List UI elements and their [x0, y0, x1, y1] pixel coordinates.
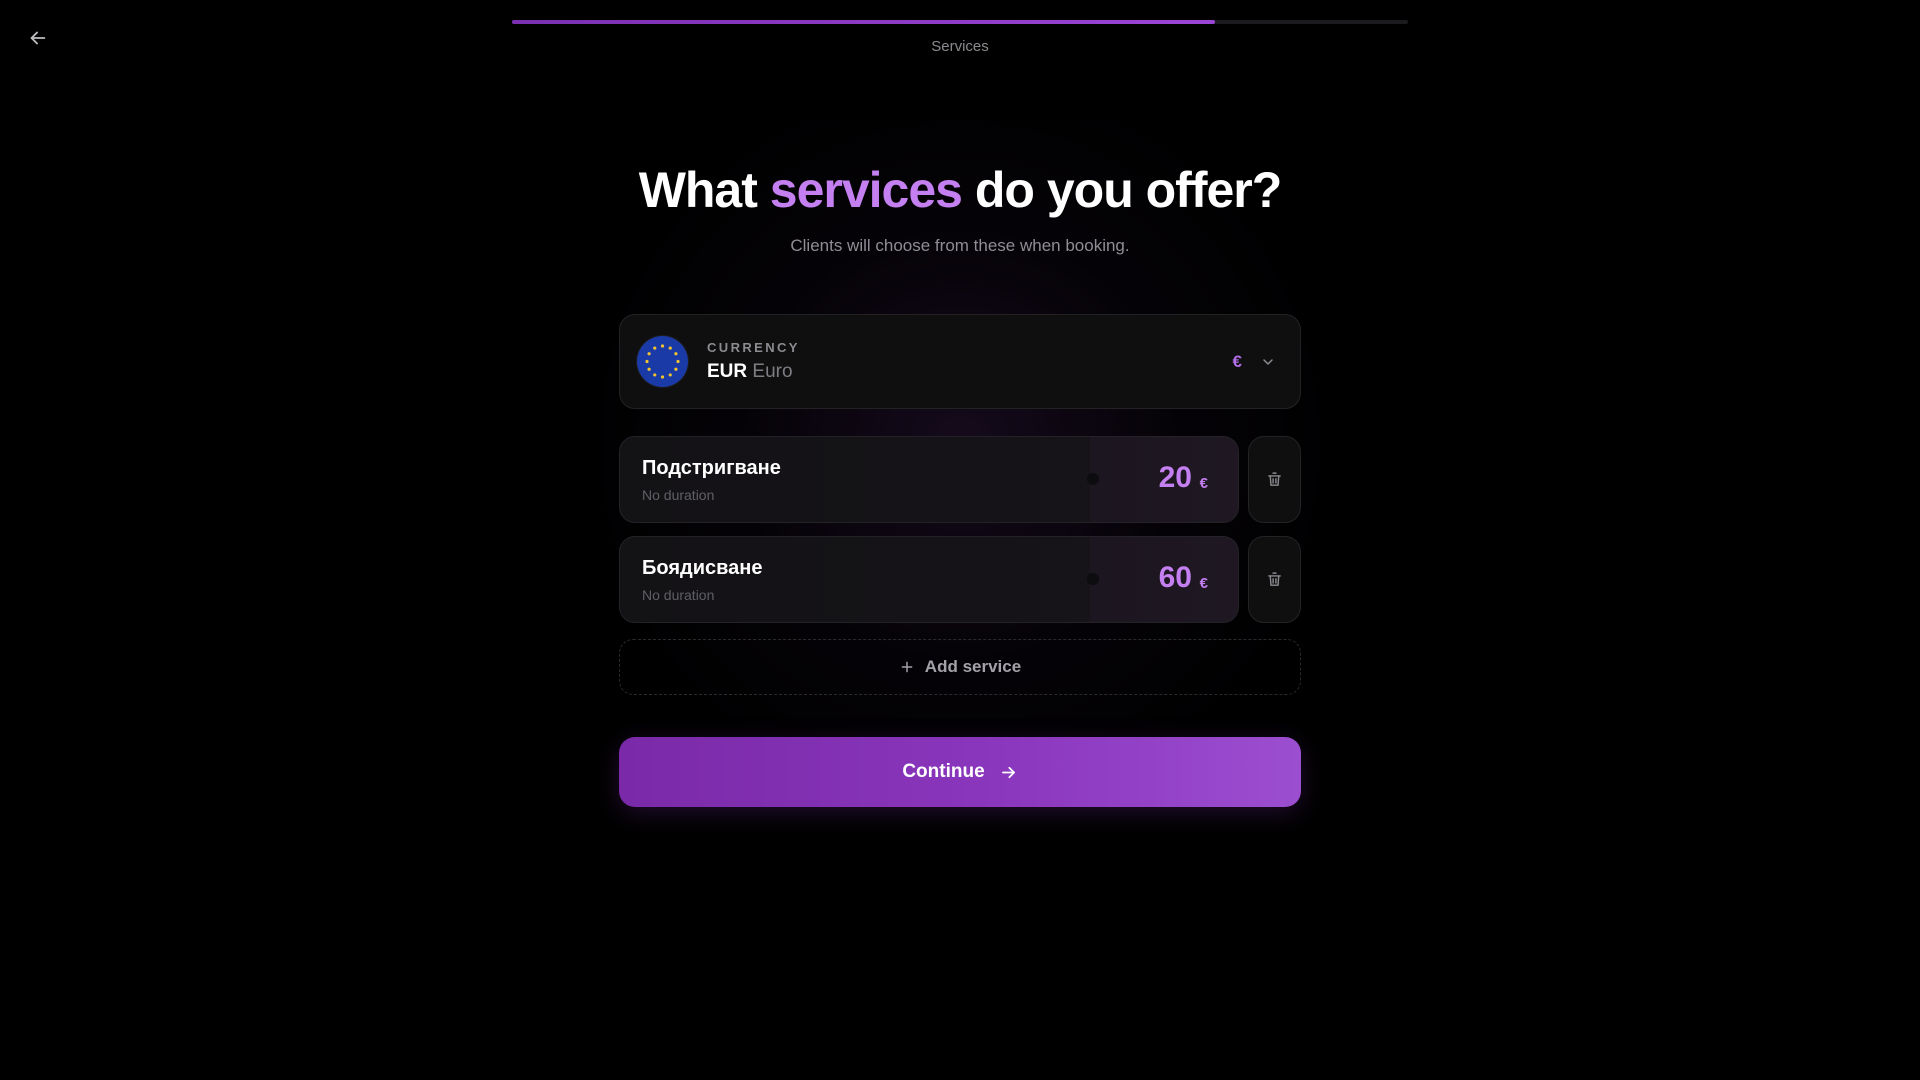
- service-row: Подстригване No duration 20 €: [619, 436, 1301, 523]
- title-accent: services: [769, 162, 963, 218]
- add-service-button[interactable]: Add service: [619, 639, 1301, 695]
- service-currency-symbol: €: [1199, 475, 1208, 492]
- eu-star: [660, 344, 665, 348]
- plus-icon: [901, 661, 913, 673]
- currency-name: Euro: [752, 361, 793, 382]
- eu-star: [674, 367, 678, 371]
- arrow-right-icon: [1001, 766, 1015, 778]
- eu-star: [647, 367, 651, 371]
- currency-value: EUR Euro: [707, 361, 800, 383]
- trash-icon: [1268, 472, 1281, 486]
- continue-label: Continue: [902, 761, 985, 782]
- continue-button[interactable]: Continue: [619, 737, 1301, 807]
- service-duration[interactable]: No duration: [642, 587, 714, 603]
- service-currency-symbol: €: [1199, 575, 1208, 592]
- progress-bar-fill: [512, 20, 1216, 24]
- page-subtitle: Clients will choose from these when book…: [790, 236, 1130, 255]
- currency-caption: CURRENCY: [707, 340, 800, 355]
- progress-bar: [512, 20, 1408, 24]
- title-prefix: What: [638, 162, 770, 218]
- service-price[interactable]: 20: [1159, 461, 1192, 495]
- add-service-label: Add service: [924, 657, 1022, 676]
- service-name[interactable]: Боядисване: [642, 557, 762, 580]
- eu-star: [668, 346, 672, 350]
- eu-star: [653, 373, 657, 377]
- delete-service-button[interactable]: [1248, 436, 1301, 523]
- delete-service-button[interactable]: [1248, 536, 1301, 623]
- service-row: Боядисване No duration 60 €: [619, 536, 1301, 623]
- step-label: Services: [931, 38, 989, 55]
- service-card[interactable]: Подстригване No duration 20 €: [619, 436, 1239, 523]
- eu-star: [645, 359, 649, 364]
- currency-selector[interactable]: CURRENCY EUR Euro €: [619, 314, 1301, 409]
- eu-star: [676, 359, 680, 364]
- eu-star: [660, 375, 665, 379]
- title-suffix: do you offer?: [961, 162, 1282, 218]
- page-title: What services do you offer?: [0, 158, 1920, 222]
- eu-star: [668, 373, 672, 377]
- drag-handle-dot: [1087, 573, 1099, 585]
- eu-flag-stars: [645, 344, 680, 379]
- currency-code: EUR: [707, 361, 748, 382]
- chevron-down-icon: [1263, 358, 1273, 365]
- service-duration[interactable]: No duration: [642, 487, 714, 503]
- service-price[interactable]: 60: [1159, 561, 1192, 595]
- currency-symbol: €: [1232, 351, 1242, 371]
- service-card[interactable]: Боядисване No duration 60 €: [619, 536, 1239, 623]
- eu-flag-icon: [637, 336, 688, 387]
- eu-star: [647, 352, 651, 356]
- drag-handle-dot: [1087, 473, 1099, 485]
- eu-star: [674, 352, 678, 356]
- service-name[interactable]: Подстригване: [642, 457, 781, 480]
- trash-icon: [1268, 572, 1281, 586]
- eu-star: [653, 346, 657, 350]
